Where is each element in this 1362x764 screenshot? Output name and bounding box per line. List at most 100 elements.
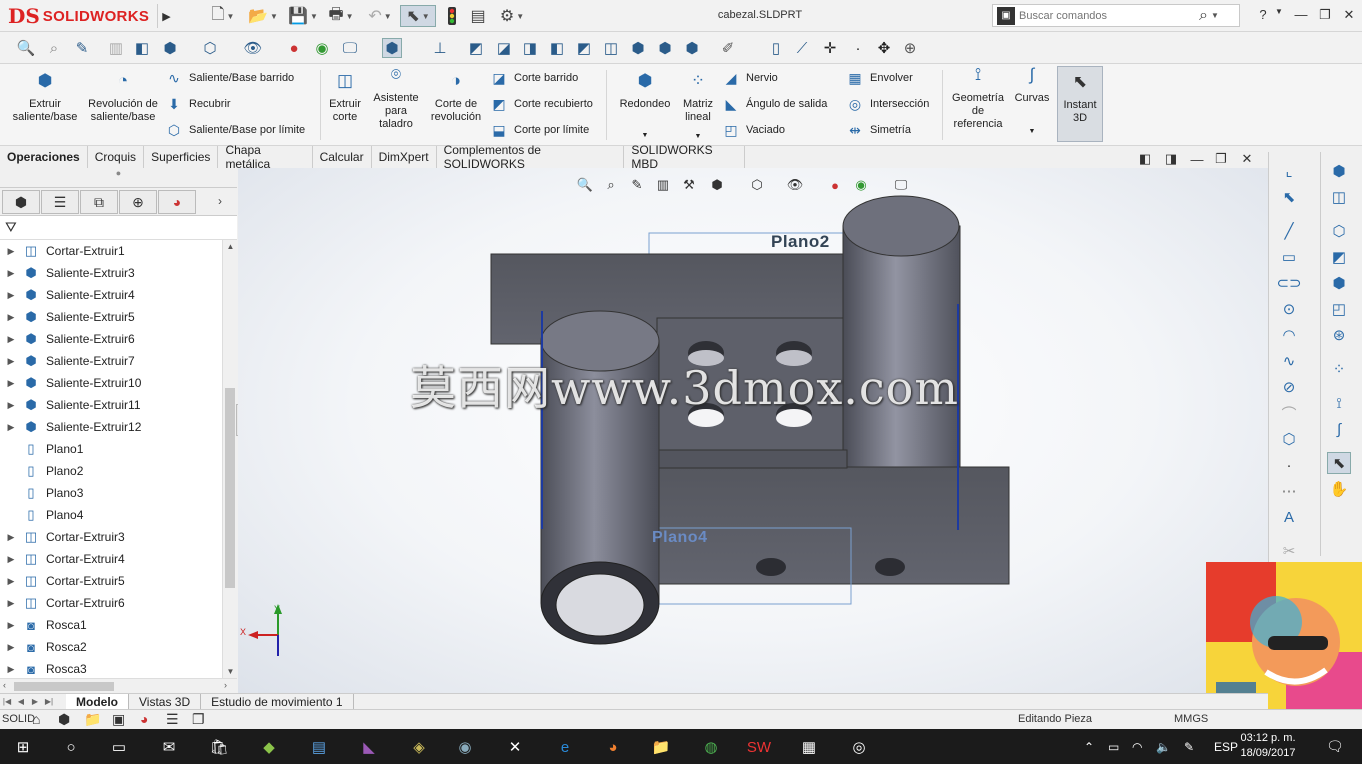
view-orientation-icon[interactable]: ⬢ bbox=[160, 38, 180, 58]
hole-wizard-button[interactable]: ⌾ Asistente para taladro bbox=[368, 66, 424, 131]
store-icon[interactable]: 🛍 bbox=[206, 735, 232, 759]
tp-shell-icon[interactable]: ◰ bbox=[1327, 298, 1351, 320]
scroll-left-icon[interactable]: ‹ bbox=[3, 680, 6, 690]
plane4-label[interactable]: Plano4 bbox=[652, 529, 707, 547]
rib-button[interactable]: ◢ Nervio bbox=[722, 68, 778, 88]
action-center-icon[interactable]: 🗨 bbox=[1326, 738, 1344, 755]
status-folder-icon[interactable]: 📁 bbox=[84, 711, 101, 728]
plane2-label[interactable]: Plano2 bbox=[771, 232, 830, 252]
volume-icon[interactable]: 🔈 bbox=[1156, 740, 1171, 754]
text-icon[interactable]: A bbox=[1277, 506, 1301, 528]
tree-expand-arrow-icon[interactable]: ▶ bbox=[4, 620, 18, 631]
app-tool-icon[interactable]: ◈ bbox=[406, 735, 432, 759]
tree-filter[interactable]: ⛛ bbox=[0, 216, 237, 240]
tree-item[interactable]: ▶ ⬢ Saliente-Extruir6 bbox=[0, 328, 222, 350]
app-circle-icon[interactable]: ◉ bbox=[452, 735, 478, 759]
tray-up-chevron-icon[interactable]: ⌃ bbox=[1084, 740, 1094, 754]
tree-vertical-scrollbar[interactable]: ▲ ▼ bbox=[222, 240, 237, 678]
tree-expand-arrow-icon[interactable]: ▶ bbox=[4, 400, 18, 411]
tree-item[interactable]: ▯ Plano1 bbox=[0, 438, 222, 460]
draft-button[interactable]: ◣ Ángulo de salida bbox=[722, 94, 828, 114]
sketch-icon[interactable]: ⌞ bbox=[1277, 160, 1301, 182]
hscroll-thumb[interactable] bbox=[14, 682, 114, 691]
app-x-icon[interactable]: ✕ bbox=[502, 735, 528, 759]
apply-scene-icon[interactable]: ◉ bbox=[312, 38, 332, 58]
bottom-tab-2[interactable]: Estudio de movimiento 1 bbox=[201, 693, 354, 710]
lofted-cut-button[interactable]: ◩ Corte recubierto bbox=[490, 94, 593, 114]
tree-expand-arrow-icon[interactable]: ▶ bbox=[4, 576, 18, 587]
tree-expand-arrow-icon[interactable]: ▶ bbox=[4, 664, 18, 675]
tree-item[interactable]: ▶ ◫ Cortar-Extruir6 bbox=[0, 592, 222, 614]
tree-item[interactable]: ▶ ⬢ Saliente-Extruir7 bbox=[0, 350, 222, 372]
tree-item[interactable]: ▶ ◙ Rosca1 bbox=[0, 614, 222, 636]
reference-point-icon[interactable]: · bbox=[848, 38, 868, 58]
tree-item[interactable]: ▶ ⬢ Saliente-Extruir11 bbox=[0, 394, 222, 416]
tree-item[interactable]: ▶ ◫ Cortar-Extruir3 bbox=[0, 526, 222, 548]
zoom-area-icon[interactable]: ⌕ bbox=[44, 38, 64, 58]
swept-cut-button[interactable]: ◪ Corte barrido bbox=[490, 68, 578, 88]
dimetric-view-icon[interactable]: ⬢ bbox=[682, 38, 702, 58]
configuration-manager-tab-icon[interactable]: ⧉ bbox=[80, 190, 118, 214]
tree-item[interactable]: ▯ Plano3 bbox=[0, 482, 222, 504]
tree-item[interactable]: ▶ ⬢ Saliente-Extruir12 bbox=[0, 416, 222, 438]
tree-expand-arrow-icon[interactable]: ▶ bbox=[4, 246, 18, 257]
tree-horizontal-scrollbar[interactable]: ‹ › bbox=[0, 678, 237, 693]
extrude-boss-button[interactable]: ⬢ Extruir saliente/base bbox=[8, 72, 82, 124]
tp-instant3d-icon[interactable]: ⬉ bbox=[1327, 452, 1351, 474]
status-view-icon[interactable]: ▣ bbox=[112, 711, 125, 728]
dimxpert-manager-tab-icon[interactable]: ⊕ bbox=[119, 190, 157, 214]
tree-expand-arrow-icon[interactable]: ▶ bbox=[4, 378, 18, 389]
previous-view-icon[interactable]: ✎ bbox=[72, 38, 92, 58]
boundary-cut-button[interactable]: ⬓ Corte por límite bbox=[490, 120, 589, 140]
panel-grip[interactable]: ● bbox=[0, 168, 237, 188]
point-icon[interactable]: · bbox=[1277, 454, 1301, 476]
swept-boss-button[interactable]: ∿ Saliente/Base barrido bbox=[165, 68, 294, 88]
scroll-up-icon[interactable]: ▲ bbox=[223, 242, 238, 251]
loft-boss-button[interactable]: ⬇ Recubrir bbox=[165, 94, 230, 114]
property-manager-tab-icon[interactable]: ☰ bbox=[41, 190, 79, 214]
tp-sweep-icon[interactable]: ◩ bbox=[1327, 246, 1351, 268]
dynamic-annotation-icon[interactable]: ◧ bbox=[132, 38, 152, 58]
app-target-icon[interactable]: ◎ bbox=[846, 735, 872, 759]
tp-move-icon[interactable]: ✋ bbox=[1327, 478, 1351, 500]
viewport-tile-left-icon[interactable]: ◧ bbox=[1136, 150, 1154, 168]
clock[interactable]: 03:12 p. m. 18/09/2017 bbox=[1238, 731, 1298, 761]
scroll-right-icon[interactable]: › bbox=[224, 680, 227, 690]
undo-icon[interactable]: ↶ ▼ bbox=[362, 5, 398, 27]
tree-item[interactable]: ▶ ◫ Cortar-Extruir5 bbox=[0, 570, 222, 592]
solidworks-logo[interactable]: DS SOLIDWORKS bbox=[8, 4, 153, 28]
revolved-cut-button[interactable]: ◑ Corte de revolución bbox=[428, 72, 484, 124]
hide-show-items-icon[interactable]: 👁 bbox=[243, 38, 263, 58]
tree-item[interactable]: ▶ ⬢ Saliente-Extruir4 bbox=[0, 284, 222, 306]
top-view-icon[interactable]: ◩ bbox=[574, 38, 594, 58]
graphics-area[interactable]: 🔍 ⌕ ✎ ▥ ⚒ ⬢ ⬡ 👁 ● ◉ 🖵 ◧ ◨ — ❐ ✕ Plano2 P… bbox=[238, 151, 1268, 693]
edit-appearance-icon[interactable]: ● bbox=[284, 38, 304, 58]
zoom-to-fit-icon[interactable]: 🔍 bbox=[16, 38, 36, 58]
display-manager-tab-icon[interactable]: ◕ bbox=[158, 190, 196, 214]
pen-icon[interactable]: ✎ bbox=[1184, 740, 1194, 754]
curves-dropdown-icon[interactable]: ▼ bbox=[1010, 125, 1054, 138]
tab-7[interactable]: SOLIDWORKS MBD bbox=[624, 143, 745, 171]
file-properties-icon[interactable]: ▤ bbox=[467, 5, 489, 27]
tree-item[interactable]: ▶ ◙ Rosca2 bbox=[0, 636, 222, 658]
search-icon[interactable]: ⌕ bbox=[1199, 7, 1208, 25]
center-of-mass-icon[interactable]: ⊕ bbox=[900, 38, 920, 58]
search-dropdown-icon[interactable]: ▼ bbox=[1211, 11, 1219, 20]
front-view-icon[interactable]: ◩ bbox=[466, 38, 486, 58]
bottom-tab-1[interactable]: Vistas 3D bbox=[129, 693, 202, 710]
file-explorer-icon[interactable]: 📁 bbox=[648, 735, 674, 759]
tree-expand-arrow-icon[interactable]: ▶ bbox=[4, 356, 18, 367]
tp-hole-icon[interactable]: ⊛ bbox=[1327, 324, 1351, 346]
mate-reference-icon[interactable]: ✥ bbox=[874, 38, 894, 58]
scroll-thumb[interactable] bbox=[225, 388, 235, 588]
linear-pattern-button[interactable]: ⁘ Matriz lineal ▼ bbox=[678, 72, 718, 143]
solidworks-taskbar-icon[interactable]: SW bbox=[746, 735, 772, 759]
viewport-tile-right-icon[interactable]: ◨ bbox=[1162, 150, 1180, 168]
cortana-search-icon[interactable]: ○ bbox=[58, 735, 84, 759]
viewport-close-icon[interactable]: ✕ bbox=[1238, 150, 1256, 168]
app-green-icon[interactable]: ◆ bbox=[256, 735, 282, 759]
boundary-boss-button[interactable]: ⬡ Saliente/Base por límite bbox=[165, 120, 305, 140]
filter-funnel-icon[interactable]: ⛛ bbox=[5, 219, 17, 236]
chrome-icon[interactable]: ◍ bbox=[698, 735, 724, 759]
save-icon[interactable]: 💾 ▼ bbox=[285, 5, 321, 27]
